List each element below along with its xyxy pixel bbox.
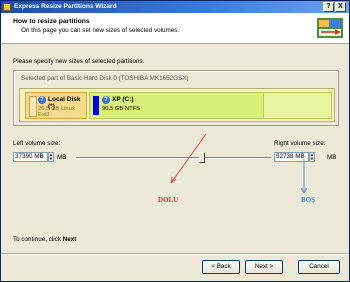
cancel-button[interactable]: Cancel (298, 260, 340, 274)
next-button[interactable]: Next > (245, 260, 283, 274)
arrow-left (170, 133, 207, 184)
continue-hint-text: To continue, click (13, 236, 61, 243)
annotation-bos: BOŞ (301, 196, 316, 204)
continue-hint: To continue, click Next (13, 236, 76, 243)
footer-divider (1, 253, 349, 255)
annotation-dolu: DOLU (158, 196, 179, 204)
continue-hint-action: Next (62, 236, 77, 243)
wizard-window: Express Resize Partitions Wizard ? X How… (0, 0, 350, 282)
back-button[interactable]: < Back (202, 260, 240, 274)
